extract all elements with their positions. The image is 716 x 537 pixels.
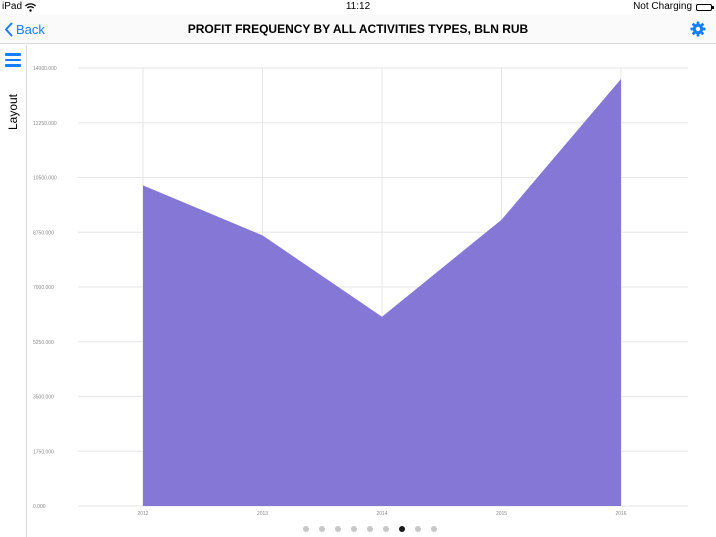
battery-status-text: Not Charging xyxy=(633,1,692,12)
page-dot[interactable] xyxy=(383,526,389,532)
status-right: Not Charging xyxy=(633,0,714,14)
battery-icon xyxy=(696,3,714,11)
x-tick-label: 2016 xyxy=(615,511,626,517)
page-dot[interactable] xyxy=(367,526,373,532)
page-title: PROFIT FREQUENCY BY ALL ACTIVITIES TYPES… xyxy=(187,22,529,36)
navigation-bar: Back PROFIT FREQUENCY BY ALL ACTIVITIES … xyxy=(0,14,716,44)
area-chart: 0.000 1750.000 3500.000 5250.000 7000.000 875… xyxy=(33,66,688,517)
status-bar: iPad 11:12 Not Charging xyxy=(0,0,716,14)
y-tick-label: 1750.000 xyxy=(33,449,54,455)
y-tick-label: 0.000 xyxy=(33,504,46,510)
y-tick-label: 3500.000 xyxy=(33,395,54,401)
y-tick-label: 8750.000 xyxy=(33,230,54,236)
page-dot[interactable] xyxy=(335,526,341,532)
y-tick-label: 12250.000 xyxy=(33,121,57,127)
page-indicator xyxy=(0,526,716,534)
page-dot[interactable] xyxy=(399,526,405,532)
page-dot[interactable] xyxy=(303,526,309,532)
x-tick-label: 2014 xyxy=(376,511,387,517)
y-tick-label: 7000.000 xyxy=(33,285,54,291)
page-dot[interactable] xyxy=(431,526,437,532)
y-tick-label: 14000.000 xyxy=(33,66,57,72)
gear-icon[interactable] xyxy=(690,21,706,37)
status-time: 11:12 xyxy=(345,1,371,12)
layout-tab[interactable]: Layout xyxy=(6,90,20,134)
page-dot[interactable] xyxy=(415,526,421,532)
x-tick-label: 2015 xyxy=(496,511,507,517)
x-tick-label: 2013 xyxy=(257,511,268,517)
page-dot[interactable] xyxy=(319,526,325,532)
hamburger-menu-icon[interactable] xyxy=(5,53,21,67)
x-tick-label: 2012 xyxy=(137,511,148,517)
sidebar: Layout xyxy=(0,45,27,537)
y-tick-label: 10500.000 xyxy=(33,176,57,182)
page-dot[interactable] xyxy=(351,526,357,532)
y-tick-label: 5250.000 xyxy=(33,340,54,346)
